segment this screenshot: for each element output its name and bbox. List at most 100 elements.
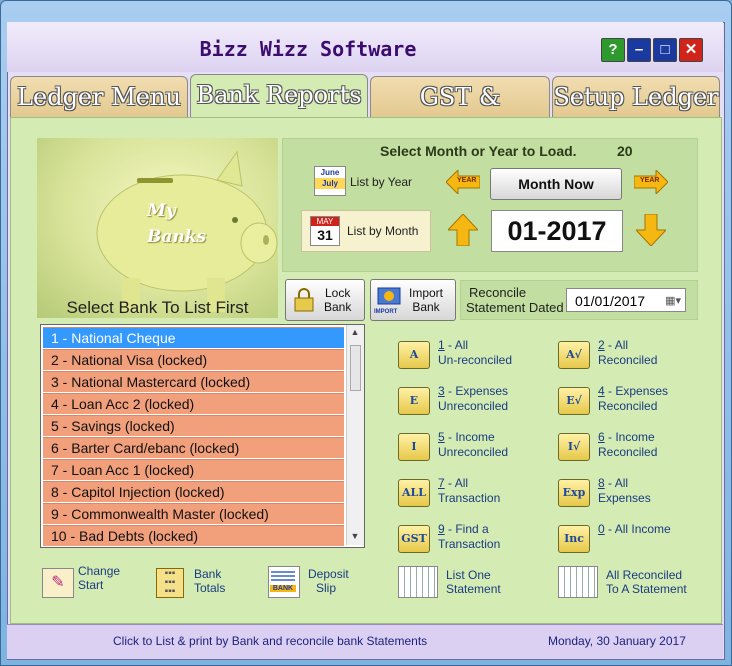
report-option-9[interactable]: GST 9 - Find a Transaction bbox=[398, 522, 548, 556]
reconcile-label-1: Reconcile bbox=[469, 285, 527, 300]
report-label-line1: - All Income bbox=[604, 522, 671, 536]
bank-list-scrollbar[interactable]: ▲ ▼ bbox=[346, 325, 364, 545]
tab-bank-reports[interactable]: Bank Reports bbox=[190, 74, 368, 121]
report-option-6[interactable]: I√ 6 - Income Reconciled bbox=[558, 430, 708, 464]
tab-gst-reports[interactable]: GST & Reports bbox=[370, 76, 550, 151]
import-bank-button[interactable]: IMPORT Import Bank bbox=[370, 279, 456, 321]
list-one-statement-button[interactable]: List One Statement bbox=[398, 564, 508, 600]
report-icon: I√ bbox=[558, 433, 590, 461]
bank-list-item[interactable]: 7 - Loan Acc 1 (locked) bbox=[43, 459, 344, 480]
change-start-button[interactable]: ✎ Change Start bbox=[40, 564, 130, 600]
month-down-button[interactable] bbox=[634, 213, 668, 247]
report-label: 4 - Expenses Reconciled bbox=[598, 384, 668, 414]
all-reconciled-label: All Reconciled To A Statement bbox=[606, 568, 687, 596]
year-forward-label: YEAR bbox=[640, 177, 660, 184]
tab-ledger-menu[interactable]: Ledger Menu bbox=[10, 76, 188, 117]
period-display: 01-2017 bbox=[491, 210, 623, 252]
report-label-line2: Unreconciled bbox=[438, 445, 509, 459]
calendar-reconciled-icon bbox=[558, 566, 598, 598]
month-up-button[interactable] bbox=[446, 213, 480, 247]
year-forward-button[interactable]: YEAR bbox=[633, 168, 669, 196]
bank-list-item[interactable]: 9 - Commonwealth Master (locked) bbox=[43, 503, 344, 524]
bank-totals-label-1: Bank bbox=[194, 567, 222, 581]
maximize-button[interactable]: □ bbox=[653, 38, 677, 62]
bank-list-item[interactable]: 4 - Loan Acc 2 (locked) bbox=[43, 393, 344, 414]
lock-bank-label: Lock Bank bbox=[324, 286, 351, 314]
report-option-5[interactable]: I5 - Income Unreconciled bbox=[398, 430, 548, 464]
bank-list-item[interactable]: 5 - Savings (locked) bbox=[43, 415, 344, 436]
report-option-0[interactable]: Inc 0 - All Income bbox=[558, 522, 708, 556]
report-label-line2: Reconciled bbox=[598, 445, 658, 459]
scroll-up-icon[interactable]: ▲ bbox=[349, 327, 361, 337]
report-shortcut-key: 3 bbox=[438, 384, 445, 398]
lock-icon bbox=[294, 288, 314, 312]
report-label-line1: - All bbox=[444, 338, 469, 352]
report-label-line2: Unreconciled bbox=[438, 399, 509, 413]
import-bank-label: Import Bank bbox=[409, 286, 443, 314]
report-label: 1 - All Un-reconciled bbox=[438, 338, 512, 368]
scroll-down-icon[interactable]: ▼ bbox=[349, 531, 361, 541]
report-label-line1: - All bbox=[444, 476, 469, 490]
change-start-label-2: Start bbox=[78, 578, 104, 592]
report-option-3[interactable]: E3 - Expenses Unreconciled bbox=[398, 384, 548, 418]
year-back-button[interactable]: YEAR bbox=[445, 168, 481, 196]
arrow-up-icon bbox=[446, 213, 480, 247]
import-icon bbox=[377, 287, 401, 305]
report-label-line2: Transaction bbox=[438, 537, 501, 551]
my-banks-banner: My Banks Select Bank To List First bbox=[37, 138, 278, 318]
report-shortcut-key: 1 bbox=[438, 338, 445, 352]
list-by-month-button[interactable]: MAY 31 List by Month bbox=[301, 210, 431, 252]
deposit-slip-button[interactable]: BANK Deposit Slip bbox=[268, 566, 358, 600]
lock-bank-button[interactable]: Lock Bank bbox=[285, 279, 365, 321]
calculator-icon: ▪▪▪ ▪▪▪ ▪▪▪ bbox=[156, 568, 184, 598]
report-icon: I bbox=[398, 433, 430, 461]
bank-list-item[interactable]: 1 - National Cheque bbox=[43, 327, 344, 348]
report-icon: A bbox=[398, 341, 430, 369]
report-label-line1: - Expenses bbox=[444, 384, 509, 398]
report-option-2[interactable]: A√ 2 - All Reconciled bbox=[558, 338, 708, 372]
bank-list-item[interactable]: 3 - National Mastercard (locked) bbox=[43, 371, 344, 392]
pig-text-banks: Banks bbox=[147, 227, 207, 247]
calendar-dropdown-icon: ▦▾ bbox=[665, 295, 681, 307]
reconcile-date-picker[interactable]: 01/01/2017 ▦▾ bbox=[566, 288, 686, 312]
list-by-year-button[interactable]: June July List by Year bbox=[310, 166, 422, 198]
change-start-icon: ✎ bbox=[42, 568, 74, 598]
reconcile-date-value: 01/01/2017 bbox=[575, 293, 646, 309]
report-shortcut-key: 7 bbox=[438, 476, 445, 490]
report-option-4[interactable]: E√ 4 - Expenses Reconciled bbox=[558, 384, 708, 418]
report-label-line2: Reconciled bbox=[598, 353, 658, 367]
calendar-year-icon: June July bbox=[314, 166, 346, 196]
bank-list-item[interactable]: 10 - Bad Debts (locked) bbox=[43, 525, 344, 546]
report-option-7[interactable]: ALL 7 - All Transaction bbox=[398, 476, 548, 510]
report-label: 3 - Expenses Unreconciled bbox=[438, 384, 508, 414]
reconcile-label: Reconcile Statement Dated bbox=[466, 285, 564, 315]
all-reconciled-statement-button[interactable]: All Reconciled To A Statement bbox=[558, 564, 698, 600]
report-label-line2: Reconciled bbox=[598, 399, 658, 413]
bank-totals-label-2: Totals bbox=[194, 581, 226, 595]
bank-list-item[interactable]: 8 - Capitol Injection (locked) bbox=[43, 481, 344, 502]
help-button[interactable]: ? bbox=[601, 38, 625, 62]
list-by-year-label: List by Year bbox=[350, 175, 413, 189]
report-shortcut-key: 6 bbox=[598, 430, 605, 444]
bank-list-item[interactable]: 2 - National Visa (locked) bbox=[43, 349, 344, 370]
report-label-line1: - All bbox=[604, 476, 629, 490]
status-hint: Click to List & print by Bank and reconc… bbox=[113, 634, 428, 648]
year-icon-text-2: July bbox=[315, 178, 345, 189]
calendar-month-icon: MAY 31 bbox=[310, 216, 340, 246]
report-label: 8 - All Expenses bbox=[598, 476, 651, 506]
minimize-button[interactable]: – bbox=[627, 38, 651, 62]
deposit-slip-label: Deposit Slip bbox=[308, 567, 349, 595]
bank-list[interactable]: ▲ ▼ 1 - National Cheque 2 - National Visa… bbox=[40, 324, 365, 548]
report-option-8[interactable]: Exp 8 - All Expenses bbox=[558, 476, 708, 510]
tab-setup-ledger[interactable]: Setup Ledger bbox=[552, 76, 720, 117]
reconcile-label-2: Statement Dated bbox=[466, 300, 564, 315]
lock-bank-label-2: Bank bbox=[324, 300, 352, 314]
year-icon-text-1: June bbox=[320, 168, 340, 177]
month-now-button[interactable]: Month Now bbox=[490, 168, 622, 200]
bank-list-item[interactable]: 6 - Barter Card/ebanc (locked) bbox=[43, 437, 344, 458]
bank-totals-button[interactable]: ▪▪▪ ▪▪▪ ▪▪▪ Bank Totals bbox=[156, 566, 236, 600]
scroll-thumb[interactable] bbox=[350, 345, 361, 391]
report-option-1[interactable]: A 1 - All Un-reconciled bbox=[398, 338, 548, 372]
report-icon: ALL bbox=[398, 479, 430, 507]
close-button[interactable]: ✕ bbox=[679, 38, 703, 62]
